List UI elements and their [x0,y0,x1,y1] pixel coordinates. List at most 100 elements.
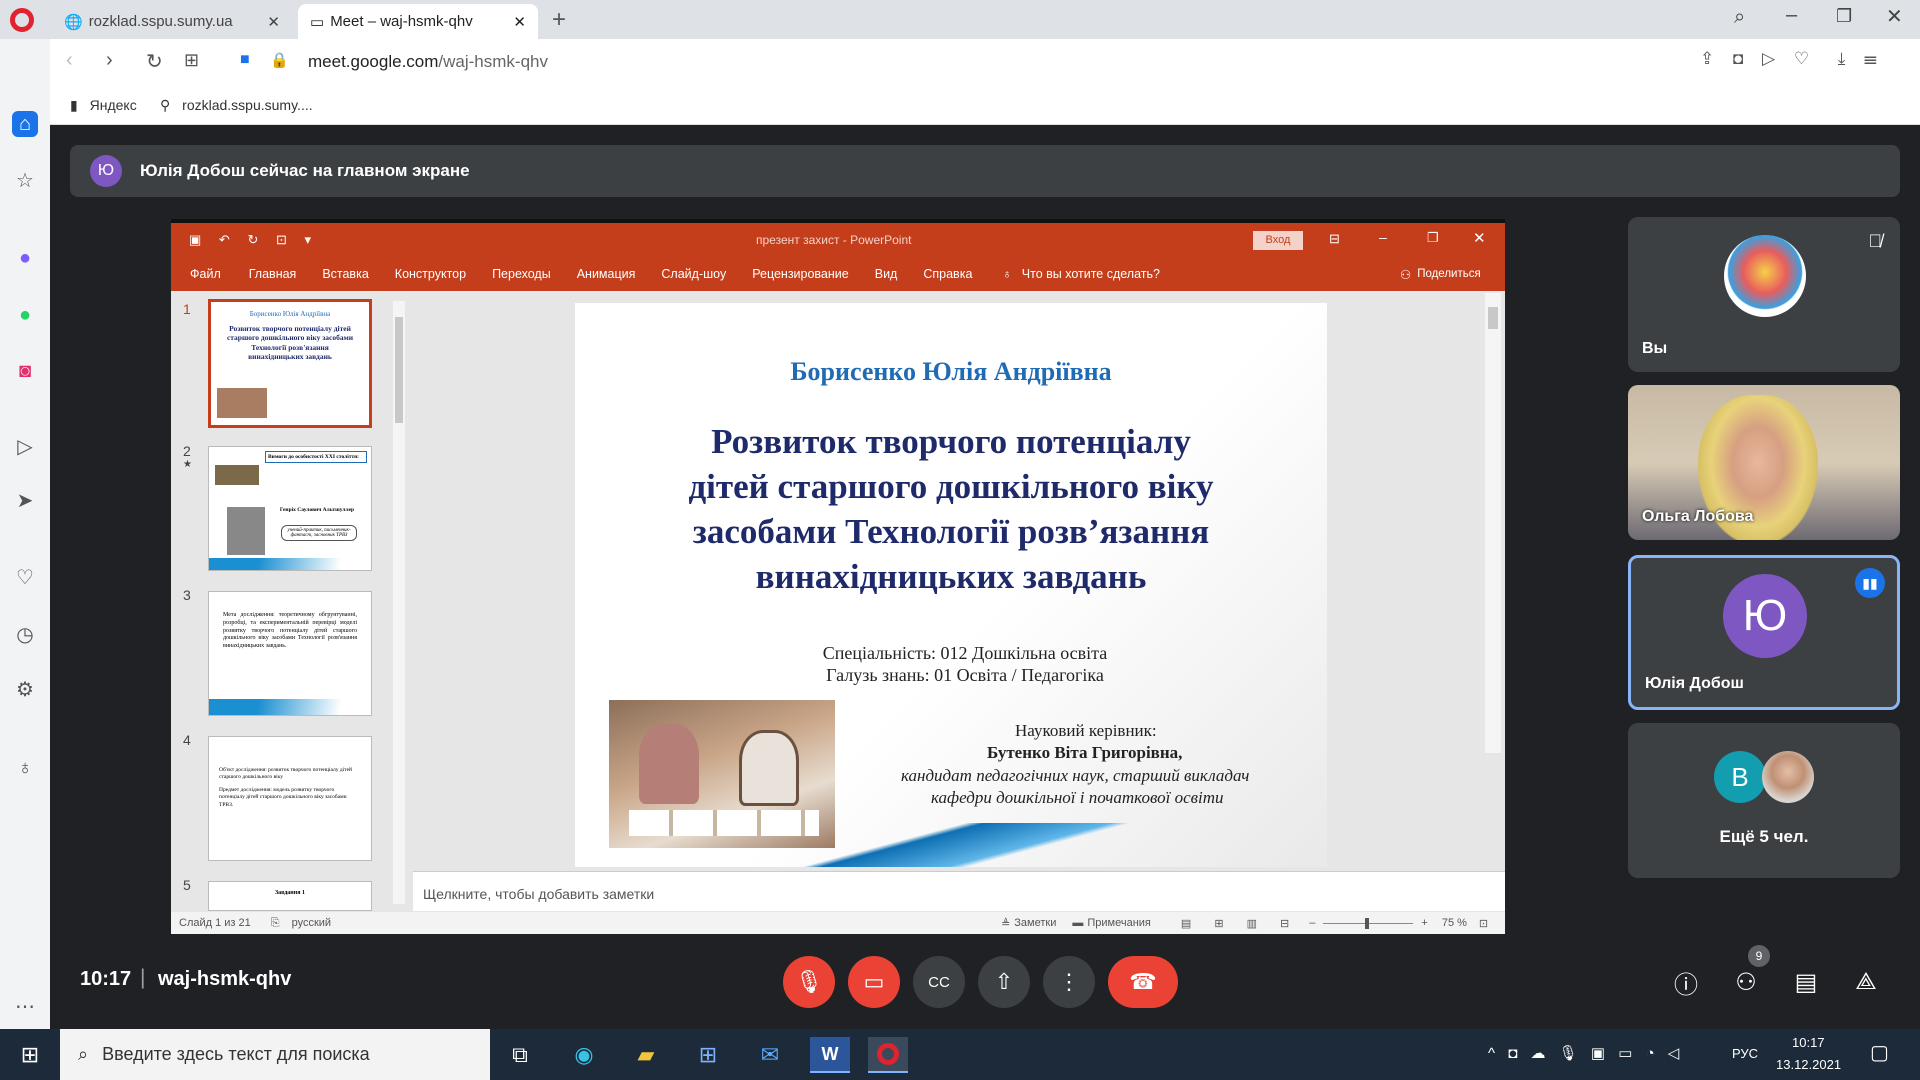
network-icon[interactable]: ▣ [1591,1045,1605,1062]
close-icon[interactable]: ✕ [267,13,280,31]
menu-transitions[interactable]: Переходы [492,267,551,281]
info-icon[interactable]: ⓘ [1667,963,1705,1001]
maximize-button[interactable]: ❐ [1836,6,1852,27]
heart-icon[interactable]: ♡ [12,564,38,590]
back-icon[interactable]: ‹ [66,49,73,72]
current-slide[interactable]: Борисенко Юлія Андріївна Розвиток творчо… [575,303,1327,867]
windows-start-icon[interactable]: ⊞ [10,1037,50,1073]
opera-taskbar-icon[interactable] [868,1037,908,1073]
zoom-level[interactable]: 75 % [1442,917,1467,929]
people-icon[interactable]: ⚇ [1727,963,1765,1001]
more-options-button[interactable]: ⋮ [1043,956,1095,1008]
send-icon[interactable]: ▷ [1762,49,1775,68]
signin-button[interactable]: Вход [1253,231,1303,250]
taskbar-search-field[interactable]: ⌕ Введите здесь текст для поиска [60,1029,490,1080]
view-buttons[interactable]: ▤ ⊞ ▥ ⊟ [1181,917,1289,930]
menu-home[interactable]: Главная [249,267,297,281]
tray-date[interactable]: 13.12.2021 [1776,1057,1841,1072]
zoom-slider[interactable] [1323,917,1414,929]
ppt-minimize[interactable]: – [1379,229,1387,245]
notifications-icon[interactable]: ▢ [1870,1040,1889,1065]
history-icon[interactable]: ◷ [12,621,38,647]
camera-icon[interactable]: ◘ [1733,49,1743,68]
zoom-in[interactable]: + [1421,917,1427,929]
status-comments[interactable]: Примечания [1087,917,1151,929]
tray-time[interactable]: 10:17 [1792,1035,1825,1050]
download-icon[interactable]: ⤓ [1838,49,1846,68]
tab-meet[interactable]: ▭ Meet – waj-hsmk-qhv ✕ [298,4,538,39]
lightbulb-icon[interactable]: ♁ [12,755,38,781]
zoom-out[interactable]: – [1309,917,1315,929]
menu-view[interactable]: Вид [875,267,898,281]
mic-tray-icon[interactable]: 🎙 [1559,1045,1578,1062]
mic-toggle-button[interactable]: 🎙 [783,956,835,1008]
participant-tile-olga[interactable]: Ольга Лобова [1628,385,1900,540]
bookmark-yandex[interactable]: ▮ Яндекс [70,97,137,114]
spellcheck-icon[interactable]: ⎘ [271,917,280,930]
close-icon[interactable]: ✕ [513,13,526,31]
whatsapp-icon[interactable]: ● [12,302,38,328]
heart-icon[interactable]: ♡ [1794,49,1809,68]
reload-icon[interactable]: ↻ [146,49,163,74]
close-window-button[interactable]: ✕ [1886,4,1903,29]
scroll-thumb[interactable] [395,317,403,423]
slide-thumbnail-3[interactable]: Мета дослідження: теоретичному обгрунтув… [208,591,372,716]
cloud-icon[interactable]: ☁ [1530,1045,1545,1062]
activities-icon[interactable]: ⟁ [1847,963,1885,1001]
slide-thumbnail-5[interactable]: Завдання 1 [208,881,372,911]
save-icon[interactable]: ▣ [189,232,201,247]
more-icon[interactable]: ⋯ [12,993,38,1019]
undo-icon[interactable]: ↶ [219,232,230,247]
forward-icon[interactable]: › [106,49,113,72]
participant-tile-yulia[interactable]: Ю ▮▮ Юлія Добош [1628,555,1900,710]
status-notes[interactable]: Заметки [1014,917,1056,929]
slide-thumbnail-4[interactable]: Об'єкт дослідження: розвиток творчого по… [208,736,372,861]
menu-file[interactable]: Файл [190,267,221,281]
minimize-button[interactable]: – [1786,4,1797,27]
bookmark-rozklad[interactable]: ⚲ rozklad.sspu.sumy.... [160,97,313,114]
wifi-icon[interactable]: ◔ [1646,1045,1655,1062]
word-icon[interactable]: W [810,1037,850,1073]
search-icon[interactable]: ⌕ [1734,6,1745,29]
star-icon[interactable]: ☆ [12,167,38,193]
battery-icon[interactable]: ▭ [1618,1045,1632,1062]
instagram-icon[interactable]: ◙ [12,358,38,384]
redo-icon[interactable]: ↻ [247,232,258,247]
camera-tray-icon[interactable]: ◘ [1508,1045,1517,1062]
menu-review[interactable]: Рецензирование [752,267,849,281]
tab-rozklad[interactable]: 🌐 rozklad.sspu.sumy.ua ✕ [52,4,292,39]
tray-language[interactable]: РУС [1732,1046,1758,1061]
grid-icon[interactable]: ⊞ [184,50,199,71]
thumbs-scrollbar[interactable] [393,301,405,904]
edge-icon[interactable]: ◉ [564,1037,604,1073]
menu-animations[interactable]: Анимация [577,267,636,281]
tell-me-field[interactable]: Что вы хотите сделать? [1022,267,1160,281]
customize-icon[interactable]: ▾ [305,232,312,247]
slide-thumbnail-2[interactable]: Вимоги до особистості XXI століття: Генр… [208,446,372,571]
chat-icon[interactable]: ▤ [1787,963,1825,1001]
ppt-close[interactable]: ✕ [1473,229,1486,247]
home-icon[interactable]: ⌂ [12,111,38,137]
explorer-icon[interactable]: ▰ [626,1037,666,1073]
mail-icon[interactable]: ✉ [750,1037,790,1073]
slide-scrollbar[interactable] [1485,293,1501,753]
scroll-thumb[interactable] [1488,307,1498,329]
settings-icon[interactable]: ⚙ [12,676,38,702]
menu-design[interactable]: Конструктор [395,267,466,281]
slideshow-icon[interactable]: ⊡ [276,232,287,247]
menu-insert[interactable]: Вставка [322,267,368,281]
camera-toggle-button[interactable]: ▭ [848,956,900,1008]
messenger-icon[interactable]: ● [12,245,38,271]
player-icon[interactable]: ▷ [12,433,38,459]
zoom-slider-thumb[interactable] [1365,917,1370,929]
ribbon-display-icon[interactable]: ⊟ [1329,231,1340,247]
url-field[interactable]: meet.google.com/waj-hsmk-qhv [308,52,548,72]
leave-call-button[interactable]: ☎ [1108,956,1178,1008]
new-tab-button[interactable]: + [552,6,566,34]
menu-slideshow[interactable]: Слайд-шоу [661,267,726,281]
fit-slide-icon[interactable]: ⊡ [1479,917,1488,930]
menu-icon[interactable]: ☰ [1864,49,1877,68]
menu-help[interactable]: Справка [923,267,972,281]
task-view-icon[interactable]: ⧉ [500,1037,540,1073]
participant-tile-you[interactable]: 🎙̸ Вы [1628,217,1900,372]
